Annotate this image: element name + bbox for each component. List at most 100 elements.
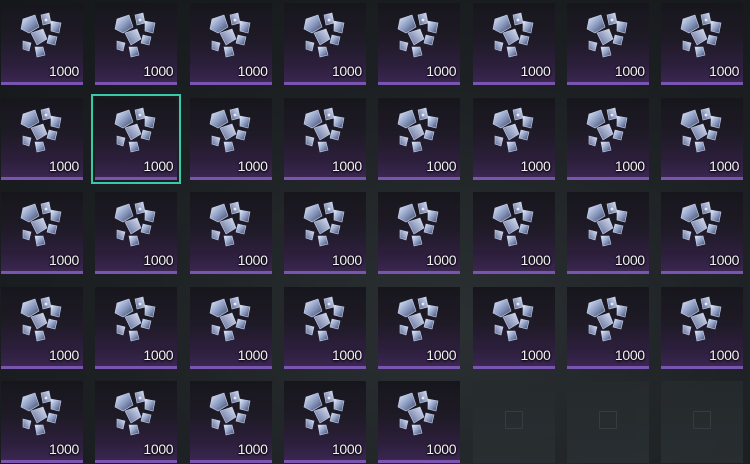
inventory-slot[interactable]: 1000: [472, 3, 555, 85]
inventory-slot[interactable]: 1000: [189, 97, 272, 180]
crystal-shards-icon: [487, 11, 539, 63]
inventory-slot[interactable]: 1000: [661, 3, 744, 85]
item-quantity: 1000: [237, 157, 268, 174]
item-quantity: 1000: [143, 346, 174, 363]
inventory-slot[interactable]: 1000: [1, 97, 83, 180]
inventory-slot[interactable]: 1000: [566, 192, 649, 274]
empty-slot-icon: [504, 411, 523, 429]
crystal-shards-icon: [392, 200, 444, 252]
inventory-slot[interactable]: 1000: [283, 3, 366, 85]
inventory-slot[interactable]: 1000: [1, 192, 83, 274]
inventory-slot[interactable]: 1000: [472, 97, 555, 180]
crystal-shards-icon: [581, 106, 633, 158]
inventory-slot[interactable]: 1000: [95, 286, 178, 369]
inventory-slot[interactable]: 1000: [95, 381, 178, 463]
crystal-shards-icon: [204, 295, 256, 347]
inventory-slot[interactable]: 1000: [378, 3, 461, 85]
item-quantity: 1000: [331, 346, 362, 363]
inventory-slot[interactable]: 1000: [283, 286, 366, 369]
inventory-slot[interactable]: 1000: [472, 192, 555, 274]
item-quantity: 1000: [237, 252, 268, 268]
inventory-slot[interactable]: 1000: [283, 381, 366, 463]
crystal-shards-icon: [392, 295, 444, 347]
item-quantity: 1000: [520, 63, 551, 79]
inventory-slot[interactable]: 1000: [189, 286, 272, 369]
crystal-shards-icon: [298, 295, 350, 347]
inventory-slot[interactable]: 1000: [1, 3, 83, 85]
item-quantity: 1000: [426, 157, 457, 174]
crystal-shards-icon: [675, 11, 727, 63]
item-quantity: 1000: [614, 346, 645, 363]
item-quantity: 1000: [143, 252, 174, 268]
inventory-slot[interactable]: 1000: [661, 97, 744, 180]
item-quantity: 1000: [709, 252, 740, 268]
inventory-slot[interactable]: 1000: [566, 286, 649, 369]
crystal-shards-icon: [581, 200, 633, 252]
item-quantity: 1000: [331, 441, 362, 457]
inventory-slot[interactable]: 1000: [1, 381, 83, 463]
crystal-shards-icon: [298, 389, 350, 441]
inventory-slot-empty[interactable]: [472, 381, 555, 463]
crystal-shards-icon: [109, 11, 161, 63]
inventory-slot[interactable]: 1000: [189, 381, 272, 463]
inventory-slot[interactable]: 1000: [189, 192, 272, 274]
inventory-slot[interactable]: 1000: [378, 381, 461, 463]
inventory-slot[interactable]: 1000: [95, 3, 178, 85]
item-quantity: 1000: [143, 441, 174, 457]
item-quantity: 1000: [709, 63, 740, 79]
inventory-slot[interactable]: 1000: [378, 97, 461, 180]
inventory-slot-empty[interactable]: [566, 381, 649, 463]
inventory-slot[interactable]: 1000: [661, 192, 744, 274]
item-quantity: 1000: [49, 157, 79, 174]
inventory-slot[interactable]: 1000: [91, 93, 182, 184]
item-quantity: 1000: [49, 441, 79, 457]
crystal-shards-icon: [15, 200, 67, 252]
inventory-slot-empty[interactable]: [661, 381, 744, 463]
crystal-shards-icon: [204, 200, 256, 252]
crystal-shards-icon: [581, 295, 633, 347]
item-quantity: 1000: [426, 346, 457, 363]
crystal-shards-icon: [675, 200, 727, 252]
inventory-slot[interactable]: 1000: [189, 3, 272, 85]
inventory-slot[interactable]: 1000: [661, 286, 744, 369]
item-quantity: 1000: [331, 63, 362, 79]
crystal-shards-icon: [15, 11, 67, 63]
crystal-shards-icon: [109, 106, 161, 158]
inventory-grid: 1000 1000 1000 1000 1000 1000 1000 1000 1000 1000…: [0, 0, 750, 464]
item-quantity: 1000: [709, 346, 740, 363]
crystal-shards-icon: [392, 11, 444, 63]
crystal-shards-icon: [487, 200, 539, 252]
crystal-shards-icon: [675, 295, 727, 347]
item-quantity: 1000: [237, 441, 268, 457]
item-quantity: 1000: [49, 346, 79, 363]
inventory-slot[interactable]: 1000: [378, 192, 461, 274]
crystal-shards-icon: [675, 106, 727, 158]
item-quantity: 1000: [709, 157, 740, 174]
crystal-shards-icon: [487, 295, 539, 347]
inventory-slot[interactable]: 1000: [283, 97, 366, 180]
item-quantity: 1000: [426, 63, 457, 79]
inventory-slot[interactable]: 1000: [566, 3, 649, 85]
item-quantity: 1000: [49, 252, 79, 268]
item-quantity: 1000: [237, 63, 268, 79]
inventory-slot[interactable]: 1000: [566, 97, 649, 180]
item-quantity: 1000: [331, 252, 362, 268]
item-quantity: 1000: [520, 346, 551, 363]
item-quantity: 1000: [614, 252, 645, 268]
crystal-shards-icon: [15, 295, 67, 347]
empty-slot-icon: [693, 411, 712, 429]
inventory-slot[interactable]: 1000: [283, 192, 366, 274]
crystal-shards-icon: [298, 106, 350, 158]
crystal-shards-icon: [204, 389, 256, 441]
item-quantity: 1000: [49, 63, 79, 79]
inventory-slot[interactable]: 1000: [472, 286, 555, 369]
crystal-shards-icon: [204, 106, 256, 158]
crystal-shards-icon: [204, 11, 256, 63]
item-quantity: 1000: [426, 252, 457, 268]
inventory-slot[interactable]: 1000: [378, 286, 461, 369]
inventory-slot[interactable]: 1000: [1, 286, 83, 369]
inventory-slot[interactable]: 1000: [95, 192, 178, 274]
item-quantity: 1000: [143, 63, 174, 79]
empty-slot-icon: [598, 411, 617, 429]
crystal-shards-icon: [109, 389, 161, 441]
